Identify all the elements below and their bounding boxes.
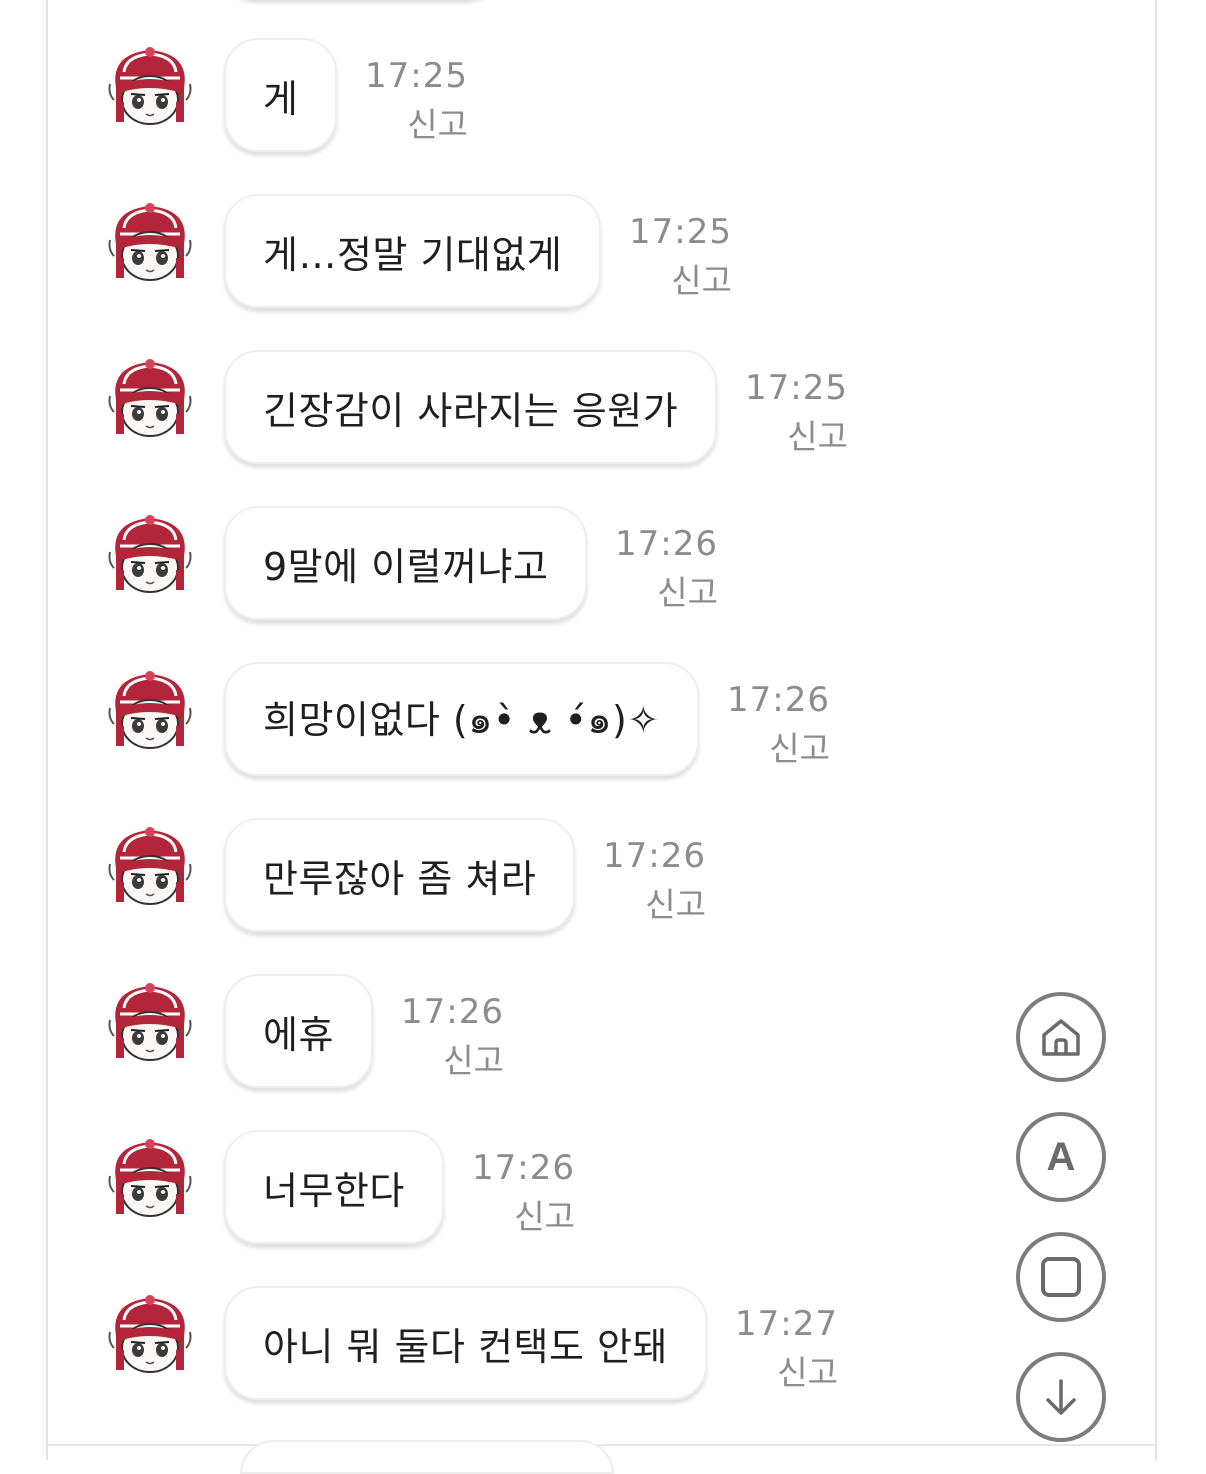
message-time: 17:27 [735,1304,838,1344]
message-time: 17:25 [365,56,468,96]
avatar-face-icon [108,983,192,1061]
user-avatar[interactable] [106,668,194,752]
message-meta: 17:26 신고 [603,836,706,934]
message-bubble: 게 [224,38,338,152]
avatar-face-icon [108,203,192,281]
message-bubble: 긴장감이 사라지는 응원가 [224,350,718,464]
user-avatar[interactable] [106,356,194,440]
avatar-face-icon [108,515,192,593]
message-bubble: 아니 뭐 둘다 컨택도 안돼 [224,1286,707,1400]
font-size-button[interactable]: A [1016,1112,1106,1202]
divider [48,1444,1155,1446]
report-link[interactable]: 신고 [365,96,468,154]
square-button[interactable] [1016,1232,1106,1322]
avatar-face-icon [108,1139,192,1217]
chat-message: 9말에 이럴꺼냐고 17:26 신고 [0,506,1206,662]
message-time: 17:26 [603,836,706,876]
chat-message: 게…정말 기대없게 17:25 신고 [0,194,1206,350]
font-size-icon: A [1046,1134,1076,1179]
message-time: 17:26 [615,524,718,564]
message-meta: 17:26 신고 [472,1148,575,1246]
message-time: 17:25 [745,368,848,408]
user-avatar[interactable] [106,512,194,596]
chat-message: 만루잖아 좀 쳐라 17:26 신고 [0,818,1206,974]
message-bubble: 너무한다 [224,1130,444,1244]
report-link[interactable]: 신고 [735,1344,838,1402]
report-link[interactable]: 신고 [603,876,706,934]
report-link[interactable]: 신고 [745,408,848,466]
arrow-down-icon [1046,1379,1076,1415]
user-avatar[interactable] [106,200,194,284]
report-link[interactable]: 신고 [727,720,830,778]
message-meta: 17:25 신고 [629,212,732,310]
message-time: 17:25 [629,212,732,252]
message-bubble: 에휴 [224,974,373,1088]
message-bubble: 희망이없다 (๑•̀ ᴥ •́๑)✧ [224,662,699,776]
message-bubble: 9말에 이럴꺼냐고 [224,506,588,620]
avatar-face-icon [108,359,192,437]
chat-message: 게 17:25 신고 [0,38,1206,194]
report-link[interactable]: 신고 [401,1032,504,1090]
message-time: 17:26 [472,1148,575,1188]
report-link[interactable]: 신고 [615,564,718,622]
message-meta: 17:26 신고 [615,524,718,622]
message-meta: 17:26 신고 [727,680,830,778]
avatar-face-icon [108,827,192,905]
report-link[interactable]: 신고 [629,252,732,310]
user-avatar[interactable] [106,824,194,908]
avatar-face-icon [108,47,192,125]
home-icon [1042,1019,1080,1056]
square-icon [1041,1257,1081,1297]
message-time: 17:26 [401,992,504,1032]
user-avatar[interactable] [106,44,194,128]
message-bubble: 만루잖아 좀 쳐라 [224,818,576,932]
message-meta: 17:26 신고 [401,992,504,1090]
message-time: 17:26 [727,680,830,720]
message-meta: 17:25 신고 [745,368,848,466]
message-bubble: 게…정말 기대없게 [224,194,602,308]
user-avatar[interactable] [106,980,194,1064]
report-link[interactable]: 신고 [472,1188,575,1246]
avatar-face-icon [108,1295,192,1373]
scroll-down-button[interactable] [1016,1352,1106,1442]
chat-message: 희망이없다 (๑•̀ ᴥ •́๑)✧ 17:26 신고 [0,662,1206,818]
home-button[interactable] [1016,992,1106,1082]
chat-message: 긴장감이 사라지는 응원가 17:25 신고 [0,350,1206,506]
user-avatar[interactable] [106,1136,194,1220]
avatar-face-icon [108,671,192,749]
partial-message-bubble-bottom [240,1440,614,1474]
message-meta: 17:27 신고 [735,1304,838,1402]
user-avatar[interactable] [106,1292,194,1376]
message-meta: 17:25 신고 [365,56,468,154]
